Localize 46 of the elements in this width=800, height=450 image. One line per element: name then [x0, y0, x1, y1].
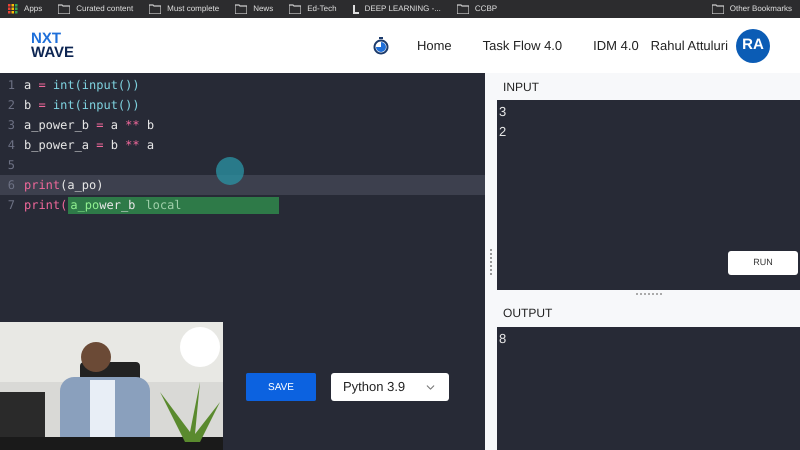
line-number: 7	[6, 197, 16, 214]
apps-grid-icon	[8, 4, 18, 14]
folder-icon	[456, 4, 469, 14]
line-number: 1	[6, 77, 16, 94]
stopwatch-icon[interactable]	[372, 36, 389, 54]
nav-link[interactable]: Home	[416, 36, 452, 56]
line-number: 3	[6, 117, 16, 134]
autocomplete-popup[interactable]: a_power_b local	[68, 196, 280, 214]
panel-title: OUTPUT	[502, 304, 554, 322]
save-button[interactable]: SAVE	[246, 373, 316, 401]
bookmark[interactable]: Apps	[8, 3, 42, 15]
panel-title: INPUT	[502, 78, 540, 96]
code-text: a = int(input())	[24, 77, 140, 94]
bookmark[interactable]: Curated content	[58, 3, 134, 15]
nav-link[interactable]: Task Flow 4.0	[482, 36, 562, 56]
code-text: print(a_po)	[24, 177, 104, 194]
click-indicator-icon	[216, 157, 244, 185]
code-text: a_power_b = a ** b	[24, 117, 154, 134]
folder-icon	[289, 4, 302, 14]
other-bookmarks[interactable]: Other Bookmarks	[712, 3, 792, 15]
code-text: b = int(input())	[24, 97, 140, 114]
bookmark[interactable]: Ed-Tech	[289, 3, 337, 15]
bookmark[interactable]: DEEP LEARNING -...	[352, 3, 441, 15]
resize-handle-icon[interactable]	[636, 293, 662, 295]
input-field[interactable]: 3 2 RUN	[497, 100, 800, 290]
language-select[interactable]: Python 3.9	[331, 373, 449, 401]
folder-icon	[235, 4, 248, 14]
bookmark[interactable]: Must complete	[149, 3, 220, 15]
bookmark[interactable]: CCBP	[456, 3, 498, 15]
resize-handle-icon[interactable]	[490, 248, 492, 274]
user-name: Rahul Attuluri	[650, 36, 728, 55]
folder-icon	[149, 4, 162, 14]
folder-icon	[58, 4, 70, 14]
logo[interactable]: NXT WAVE	[31, 32, 74, 60]
output-area: 8	[497, 327, 800, 450]
line-number: 4	[6, 137, 16, 154]
run-button[interactable]: RUN	[728, 251, 798, 275]
site-icon	[352, 4, 359, 14]
nav-link[interactable]: IDM 4.0	[593, 36, 639, 56]
line-number: 2	[6, 97, 16, 114]
folder-icon	[712, 4, 724, 14]
line-number: 5	[6, 157, 16, 174]
avatar[interactable]: RA	[736, 28, 770, 62]
code-text: print(	[24, 197, 68, 214]
bookmark[interactable]: News	[235, 3, 274, 15]
code-text: b_power_a = b ** a	[24, 137, 154, 154]
